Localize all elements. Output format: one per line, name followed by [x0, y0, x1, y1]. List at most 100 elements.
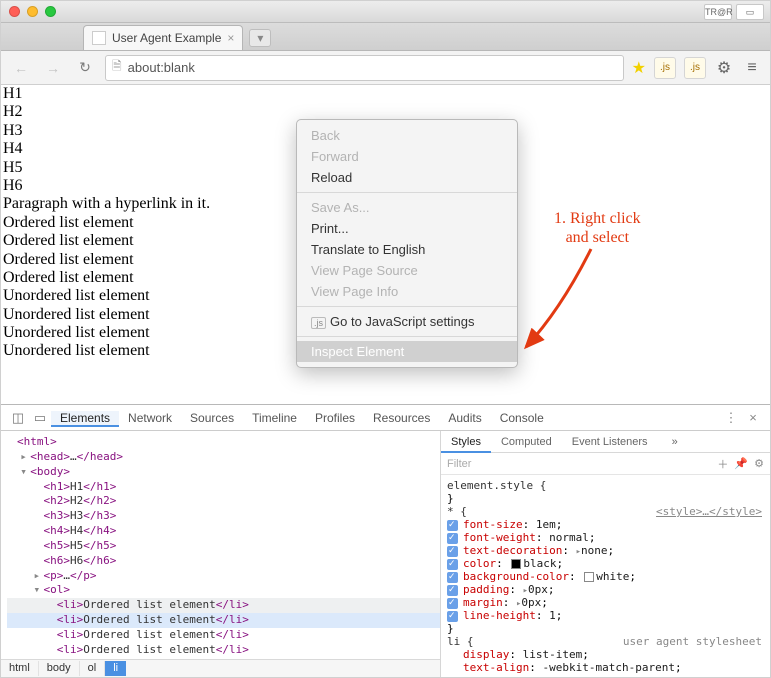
profile-badge[interactable]: TR@R — [704, 4, 732, 20]
styles-subtab[interactable]: Styles — [441, 431, 491, 453]
devtools-more-icon[interactable]: ⋮ — [720, 410, 742, 426]
settings-gear-icon[interactable]: ⚙ — [714, 58, 734, 78]
rule-selector[interactable]: * {<style>…</style> — [447, 505, 762, 518]
styles-tabs: StylesComputedEvent Listeners» — [441, 431, 770, 453]
css-property-row[interactable]: font-size: 1em; — [447, 518, 762, 531]
context-menu-item[interactable]: Print... — [297, 218, 517, 239]
context-menu-label: Forward — [311, 149, 359, 164]
context-menu-item: Save As... — [297, 197, 517, 218]
js-settings-icon: .js — [311, 317, 326, 329]
devtools-tab[interactable]: Audits — [439, 411, 490, 425]
dom-tree-row[interactable]: <h1>H1</h1> — [7, 480, 440, 495]
dom-tree-row[interactable]: <h5>H5</h5> — [7, 539, 440, 554]
traffic-lights — [9, 6, 56, 17]
close-window-button[interactable] — [9, 6, 20, 17]
dom-tree-row[interactable]: ▸<head>…</head> — [7, 450, 440, 465]
address-bar[interactable]: 🗎 about:blank — [105, 55, 624, 81]
property-toggle-checkbox[interactable] — [447, 585, 458, 596]
rule-selector[interactable]: li {user agent stylesheet — [447, 635, 762, 648]
url-text: about:blank — [128, 60, 195, 75]
minimize-window-button[interactable] — [27, 6, 38, 17]
reload-button[interactable]: ↻ — [73, 56, 97, 80]
devtools-tab[interactable]: Elements — [51, 411, 119, 427]
context-menu-item[interactable]: Reload — [297, 167, 517, 188]
browser-toolbar: ← → ↻ 🗎 about:blank ★ .js .js ⚙ ≡ — [1, 51, 770, 85]
context-menu-separator — [297, 336, 517, 337]
dom-tree-row[interactable]: <li>Ordered list element</li> — [7, 613, 440, 628]
dom-tree-row[interactable]: <h6>H6</h6> — [7, 554, 440, 569]
dom-tree-row[interactable]: <h2>H2</h2> — [7, 494, 440, 509]
property-toggle-checkbox[interactable] — [447, 520, 458, 531]
hamburger-menu-icon[interactable]: ≡ — [742, 59, 762, 77]
css-property-row[interactable]: margin: ▸0px; — [447, 596, 762, 609]
property-toggle-checkbox[interactable] — [447, 546, 458, 557]
new-rule-icon[interactable]: ＋ — [717, 456, 728, 472]
devtools-tab[interactable]: Resources — [364, 411, 439, 425]
dom-tree-row[interactable]: <li>Ordered list element</li> — [7, 598, 440, 613]
css-rules[interactable]: element.style {}* {<style>…</style>font-… — [441, 475, 770, 677]
styles-more-icon[interactable]: » — [662, 431, 688, 453]
filter-input[interactable]: Filter — [447, 458, 471, 470]
breadcrumb-item[interactable]: ol — [80, 661, 106, 676]
tab-title: User Agent Example — [112, 31, 221, 45]
css-property-row[interactable]: line-height: 1; — [447, 609, 762, 622]
dom-tree-row[interactable]: <h3>H3</h3> — [7, 509, 440, 524]
context-menu-label: Translate to English — [311, 242, 425, 257]
toggle-state-icon[interactable]: 📌 — [734, 457, 748, 470]
toggle-device-icon[interactable]: ▭ — [29, 410, 51, 426]
dom-tree-row[interactable]: <li>Ordered list element</li> — [7, 628, 440, 643]
breadcrumb-item[interactable]: html — [1, 661, 39, 676]
styles-settings-icon[interactable]: ⚙ — [754, 457, 764, 470]
context-menu-item: View Page Source — [297, 260, 517, 281]
page-favicon-icon — [92, 31, 106, 45]
forward-button[interactable]: → — [41, 56, 65, 80]
window-menu-button[interactable]: ▭ — [736, 4, 764, 20]
dom-tree-row[interactable]: <li>Ordered list element</li> — [7, 643, 440, 658]
css-property-row[interactable]: background-color: white; — [447, 570, 762, 583]
breadcrumb-item[interactable]: body — [39, 661, 80, 676]
css-property-row: text-align: -webkit-match-parent; — [447, 661, 762, 674]
css-property-row[interactable]: color: black; — [447, 557, 762, 570]
dom-tree-row[interactable]: <h4>H4</h4> — [7, 524, 440, 539]
context-menu-item: Forward — [297, 146, 517, 167]
extension-js-2[interactable]: .js — [684, 57, 706, 79]
devtools-close-icon[interactable]: × — [742, 410, 764, 425]
styles-filter-row: Filter ＋ 📌 ⚙ — [441, 453, 770, 475]
rule-selector[interactable]: element.style { — [447, 479, 762, 492]
styles-subtab[interactable]: Event Listeners — [562, 431, 658, 453]
styles-subtab[interactable]: Computed — [491, 431, 562, 453]
context-menu-item[interactable]: Inspect Element — [297, 341, 517, 362]
property-toggle-checkbox[interactable] — [447, 611, 458, 622]
css-property-row[interactable]: text-decoration: ▸none; — [447, 544, 762, 557]
devtools-tab[interactable]: Profiles — [306, 411, 364, 425]
dom-tree-row[interactable]: ▾<ol> — [7, 583, 440, 598]
inspect-element-icon[interactable]: ◫ — [7, 410, 29, 426]
context-menu-label: Reload — [311, 170, 352, 185]
css-property-row[interactable]: font-weight: normal; — [447, 531, 762, 544]
dom-tree-row[interactable]: <html> — [7, 435, 440, 450]
elements-tree[interactable]: <html> ▸<head>…</head> ▾<body> <h1>H1</h… — [1, 431, 441, 677]
new-tab-button[interactable]: ▾ — [249, 29, 271, 47]
property-toggle-checkbox[interactable] — [447, 598, 458, 609]
tab-close-icon[interactable]: × — [227, 31, 234, 45]
css-property-row[interactable]: padding: ▸0px; — [447, 583, 762, 596]
devtools-tab[interactable]: Sources — [181, 411, 243, 425]
property-toggle-checkbox[interactable] — [447, 533, 458, 544]
browser-tab[interactable]: User Agent Example × — [83, 25, 243, 50]
breadcrumb[interactable]: htmlbodyolli — [1, 659, 440, 677]
back-button[interactable]: ← — [9, 56, 33, 80]
devtools-tab[interactable]: Console — [491, 411, 553, 425]
context-menu-item[interactable]: .jsGo to JavaScript settings — [297, 311, 517, 332]
devtools-tabbar: ◫ ▭ ElementsNetworkSourcesTimelineProfil… — [1, 405, 770, 431]
devtools-tab[interactable]: Timeline — [243, 411, 306, 425]
context-menu-item[interactable]: Translate to English — [297, 239, 517, 260]
bookmark-star-icon[interactable]: ★ — [632, 58, 646, 78]
extension-js-1[interactable]: .js — [654, 57, 676, 79]
devtools-tab[interactable]: Network — [119, 411, 181, 425]
property-toggle-checkbox[interactable] — [447, 559, 458, 570]
zoom-window-button[interactable] — [45, 6, 56, 17]
dom-tree-row[interactable]: ▾<body> — [7, 465, 440, 480]
dom-tree-row[interactable]: ▸<p>…</p> — [7, 569, 440, 584]
breadcrumb-item[interactable]: li — [105, 661, 126, 676]
property-toggle-checkbox[interactable] — [447, 572, 458, 583]
